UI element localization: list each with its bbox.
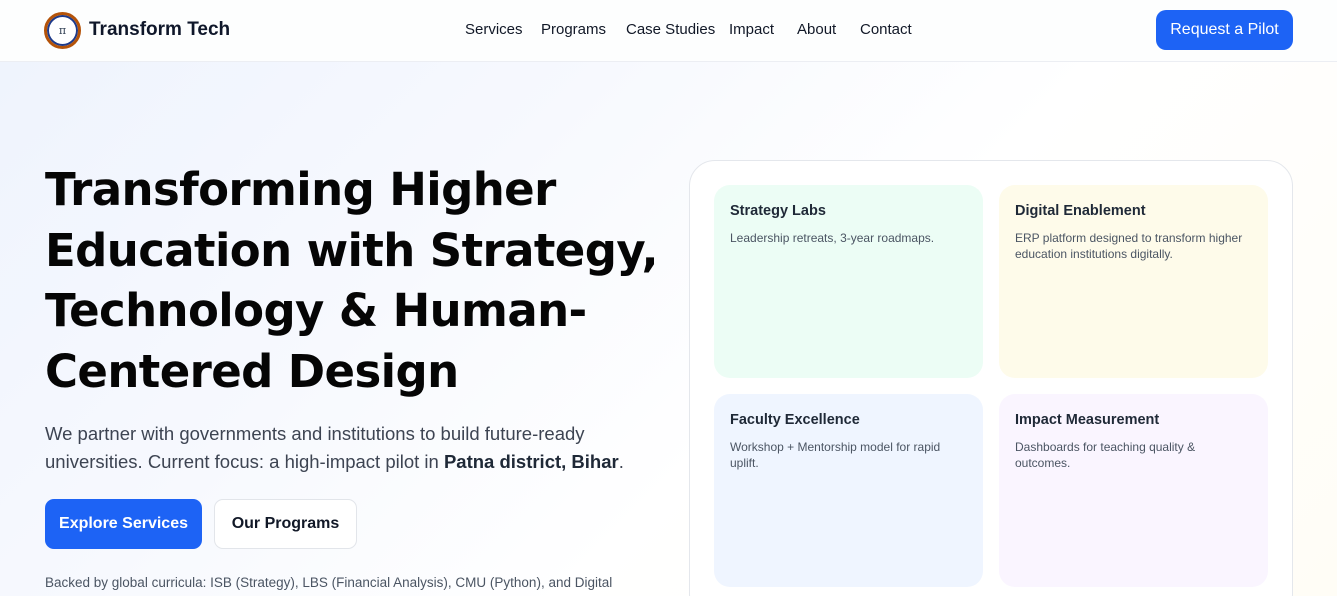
hero-description: We partner with governments and institut…	[45, 420, 625, 476]
card-faculty-excellence[interactable]: Faculty Excellence Workshop + Mentorship…	[714, 394, 983, 587]
hero-headline: Transforming Higher Education with Strat…	[45, 163, 659, 398]
nav-item-programs[interactable]: Programs	[541, 21, 606, 38]
nav-item-about[interactable]: About	[797, 21, 836, 38]
card-digital-enablement[interactable]: Digital Enablement ERP platform designed…	[999, 185, 1268, 378]
backed-by-text: Backed by global curricula: ISB (Strateg…	[45, 575, 613, 590]
brand-logo-icon[interactable]: π	[44, 12, 81, 49]
card-title: Strategy Labs	[730, 203, 826, 219]
nav-item-case-studies[interactable]: Case Studies	[626, 21, 715, 38]
card-description: Dashboards for teaching quality & outcom…	[1015, 440, 1196, 470]
card-strategy-labs[interactable]: Strategy Labs Leadership retreats, 3-yea…	[714, 185, 983, 378]
card-description: ERP platform designed to transform highe…	[1015, 231, 1243, 261]
card-description: Workshop + Mentorship model for rapid up…	[730, 440, 941, 470]
card-title: Impact Measurement	[1015, 412, 1160, 428]
hero-location: Patna district, Bihar	[443, 451, 619, 472]
nav-item-contact[interactable]: Contact	[860, 21, 912, 38]
card-title: Digital Enablement	[1015, 203, 1146, 219]
card-impact-measurement[interactable]: Impact Measurement Dashboards for teachi…	[999, 394, 1268, 587]
card-title: Faculty Excellence	[730, 412, 860, 428]
hero-description-end: .	[618, 451, 624, 472]
nav-item-services[interactable]: Services	[465, 21, 523, 38]
brand-name[interactable]: Transform Tech	[89, 19, 230, 41]
card-description: Leadership retreats, 3-year roadmaps.	[730, 231, 935, 245]
site-header: π Transform Tech Services Programs Case …	[0, 0, 1337, 62]
nav-item-impact[interactable]: Impact	[729, 21, 774, 38]
request-pilot-button[interactable]: Request a Pilot	[1156, 10, 1293, 50]
explore-services-button[interactable]: Explore Services	[45, 499, 202, 549]
our-programs-button[interactable]: Our Programs	[214, 499, 357, 549]
